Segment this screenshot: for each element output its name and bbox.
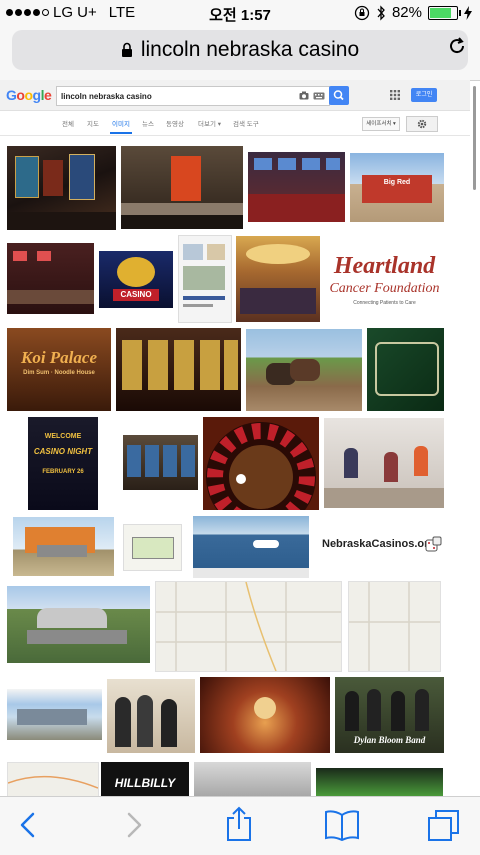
tab-maps[interactable]: 지도: [87, 118, 99, 128]
image-result-street-map[interactable]: [155, 581, 342, 672]
tab-all[interactable]: 전체: [62, 118, 74, 128]
google-header: Google 로그인: [0, 80, 470, 111]
heartland-subtitle: Cancer Foundation: [329, 281, 440, 296]
bookmarks-icon[interactable]: [324, 809, 360, 841]
google-logo-letter: e: [43, 87, 52, 103]
image-result-conference-center[interactable]: [7, 689, 102, 740]
tab-videos[interactable]: 동영상: [166, 118, 184, 128]
image-result-road-map[interactable]: [348, 581, 441, 672]
battery-percent: 82%: [391, 4, 422, 21]
image-result-craps-table[interactable]: [367, 328, 444, 411]
image-result-heartland-logo[interactable]: Heartland Cancer Foundation Connecting P…: [325, 243, 444, 314]
login-button[interactable]: 로그인: [411, 88, 437, 102]
charging-icon: [464, 5, 472, 20]
share-icon[interactable]: [225, 806, 253, 842]
search-input[interactable]: [57, 90, 293, 102]
image-result-classroom[interactable]: [324, 418, 444, 508]
image-result-koi-palace[interactable]: Koi Palace Dim Sum · Noodle House: [7, 328, 111, 411]
google-logo-letter: g: [32, 87, 42, 103]
tab-search-tools[interactable]: 검색 도구: [233, 118, 259, 128]
image-result-slot-machines[interactable]: [116, 328, 241, 411]
image-result-aerial-complex[interactable]: [7, 586, 150, 663]
image-result-sports-bar[interactable]: [248, 152, 345, 222]
road-map-graphic: [349, 582, 440, 671]
image-result-casino-floor[interactable]: [7, 146, 116, 230]
flyer-casino-night: CASINO NIGHT: [33, 447, 93, 456]
image-result-group-photo[interactable]: [107, 679, 195, 753]
active-tab-indicator: [110, 132, 132, 134]
tab-more[interactable]: 더보기 ▾: [198, 118, 221, 128]
lock-icon: [121, 42, 132, 57]
search-icon: [333, 90, 344, 101]
big-red-sign-text: Big Red: [383, 179, 411, 186]
image-result-hillbilly[interactable]: HILLBILLY: [101, 762, 189, 796]
browser-toolbar: [0, 796, 480, 855]
image-result-casino-bar[interactable]: [7, 243, 94, 314]
back-icon[interactable]: [18, 810, 38, 840]
keyboard-icon[interactable]: [313, 92, 325, 100]
image-result-horse-racing[interactable]: [246, 329, 362, 411]
gear-icon: [417, 119, 427, 129]
image-result-nebraska-map[interactable]: [123, 524, 182, 571]
image-result-roulette-closeup[interactable]: [200, 677, 330, 753]
rotation-lock-icon: [354, 5, 370, 20]
image-result-casino-night-flyer[interactable]: WELCOME CASINO NIGHT FEBRUARY 26: [28, 417, 98, 510]
address-bar[interactable]: lincoln nebraska casino: [12, 30, 468, 70]
google-logo-letter: G: [6, 87, 17, 103]
koi-palace-subtitle: Dim Sum · Noodle House: [23, 370, 95, 376]
bluetooth-icon: [377, 4, 385, 21]
google-logo-letter: o: [24, 87, 33, 103]
band-name: Dylan Bloom Band: [353, 735, 426, 745]
search-box[interactable]: [56, 86, 330, 106]
tab-news[interactable]: 뉴스: [142, 118, 154, 128]
google-logo[interactable]: Google: [6, 87, 52, 103]
casino-sign-text: CASINO: [120, 290, 152, 299]
image-result-big-red-building[interactable]: Big Red: [350, 153, 444, 222]
flyer-date: FEBRUARY 26: [42, 469, 84, 475]
url-text: lincoln nebraska casino: [140, 38, 360, 61]
image-result-nebraska-casinos-logo[interactable]: NebraskaCasinos.org: [320, 528, 444, 564]
roulette-wheel-graphic: [206, 422, 316, 510]
image-result-casino-hall[interactable]: [236, 236, 320, 322]
settings-button[interactable]: [406, 116, 438, 132]
apps-grid-icon[interactable]: [390, 90, 400, 100]
image-result-casino-sign[interactable]: CASINO: [99, 251, 173, 308]
hillbilly-text: HILLBILLY: [114, 776, 176, 790]
image-result-interior-partial[interactable]: [194, 762, 311, 796]
tab-images[interactable]: 이미지: [112, 118, 130, 128]
reload-icon[interactable]: [446, 35, 468, 57]
flyer-welcome: WELCOME: [44, 433, 82, 440]
heartland-title: Heartland: [333, 253, 436, 279]
image-result-flyer-collage[interactable]: [178, 235, 232, 323]
partial-map-graphic: [8, 775, 98, 789]
address-bar-area: lincoln nebraska casino: [0, 26, 480, 81]
tabs-icon[interactable]: [427, 809, 461, 841]
safesearch-dropdown[interactable]: 세이프서치 ▾: [362, 117, 400, 131]
image-result-stage-partial[interactable]: [316, 768, 443, 796]
image-result-bar-interior[interactable]: [121, 146, 243, 229]
image-result-roulette[interactable]: [203, 417, 319, 510]
street-map-graphic: [156, 582, 341, 671]
search-button[interactable]: [329, 86, 349, 105]
koi-palace-title: Koi Palace: [20, 348, 97, 367]
image-result-band-photo[interactable]: Dylan Bloom Band: [335, 677, 444, 753]
image-result-slot-row[interactable]: [123, 435, 198, 490]
image-result-speedboat[interactable]: [193, 516, 309, 578]
heartland-tagline: Connecting Patients to Care: [353, 300, 416, 306]
image-result-map-partial[interactable]: [7, 762, 99, 798]
image-result-building-exterior[interactable]: [13, 517, 114, 576]
camera-icon[interactable]: [299, 91, 309, 100]
scroll-indicator[interactable]: [473, 86, 476, 190]
forward-icon[interactable]: [124, 810, 144, 840]
status-bar: LG U+ LTE 오전 1:57 82%: [0, 0, 480, 26]
battery-icon: [428, 5, 461, 20]
dice-icon: [425, 536, 442, 552]
